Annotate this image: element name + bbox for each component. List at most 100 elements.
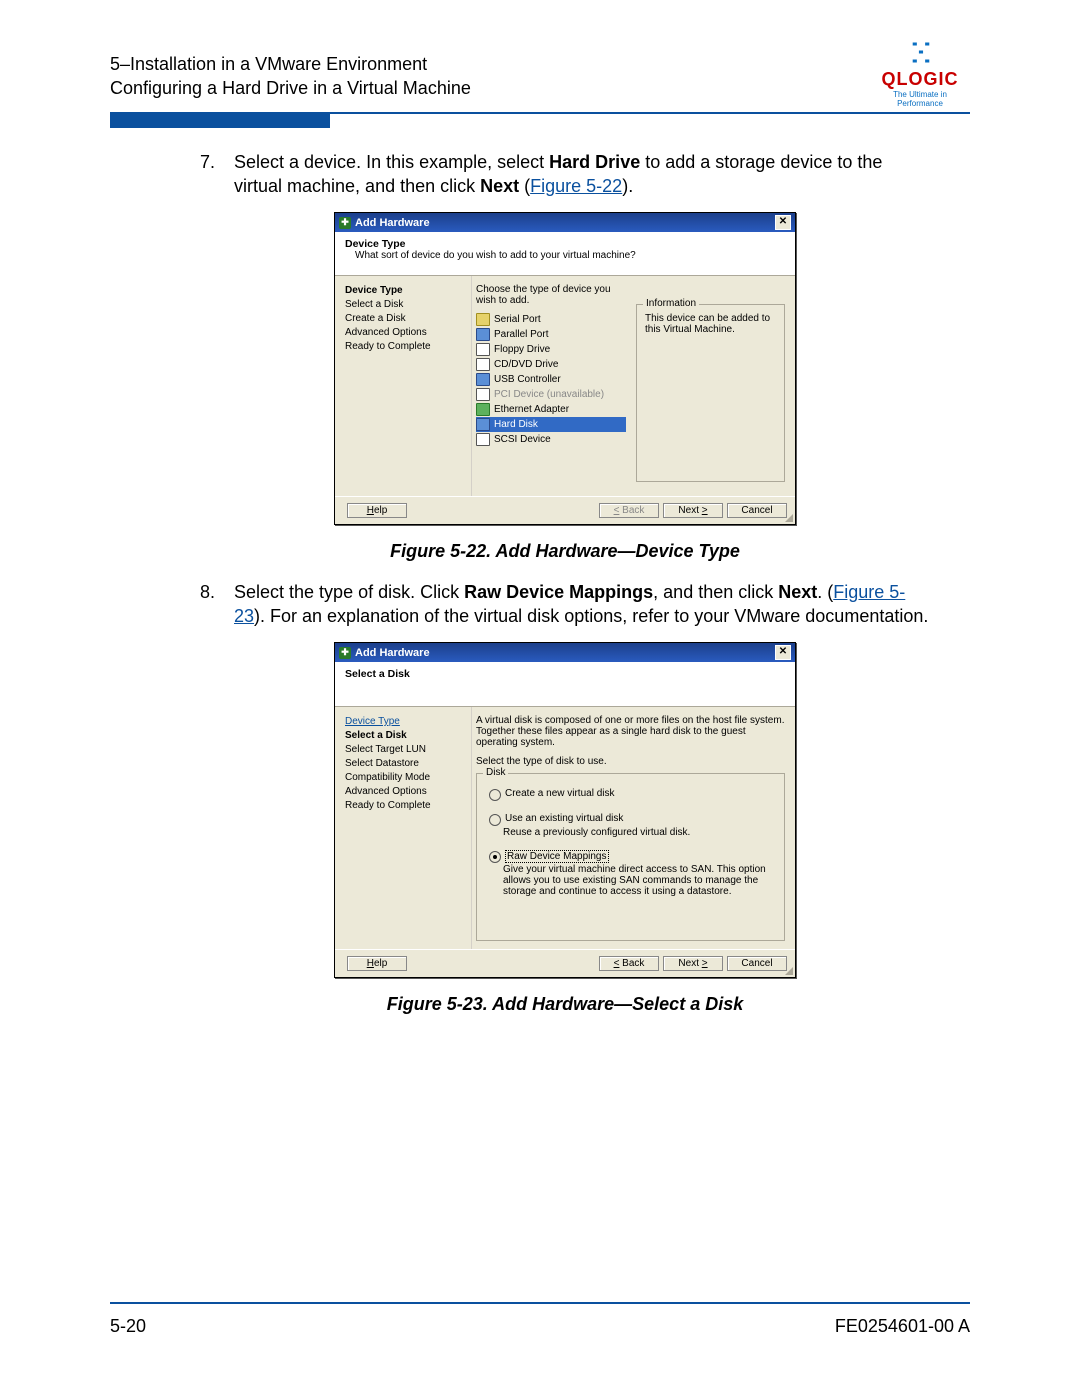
next-button[interactable]: Next > — [663, 503, 723, 518]
close-button[interactable]: ✕ — [775, 645, 791, 660]
figure-23-caption: Figure 5-23. Add Hardware—Select a Disk — [200, 994, 930, 1015]
wizard-titlebar: ✚ Add Hardware ✕ — [335, 643, 795, 662]
logo-tagline: The Ultimate in Performance — [870, 90, 970, 108]
wizard-title: Add Hardware — [355, 647, 430, 659]
serial-port-icon — [476, 313, 490, 326]
back-button: < Back — [599, 503, 659, 518]
page-number: 5-20 — [110, 1316, 146, 1337]
help-button[interactable]: Help — [347, 503, 407, 518]
wizard-titlebar: ✚ Add Hardware ✕ — [335, 213, 795, 232]
text: ). — [622, 176, 633, 196]
wizard-title: Add Hardware — [355, 217, 430, 229]
pci-icon — [476, 388, 490, 401]
cd-icon — [476, 358, 490, 371]
step-number: 7. — [200, 150, 234, 198]
ethernet-icon — [476, 403, 490, 416]
wizard-nav: Device Type Select a Disk Create a Disk … — [335, 276, 471, 496]
text: , and then click — [653, 582, 778, 602]
back-button[interactable]: < Back — [599, 956, 659, 971]
step-7: 7. Select a device. In this example, sel… — [200, 150, 930, 198]
device-usb-controller[interactable]: USB Controller — [476, 372, 626, 387]
close-button[interactable]: ✕ — [775, 215, 791, 230]
add-hardware-wizard-select-disk: ✚ Add Hardware ✕ Select a Disk Device Typ… — [334, 642, 796, 978]
step-number: 8. — [200, 580, 234, 628]
radio-create-new[interactable]: Create a new virtual disk — [489, 788, 776, 801]
device-cd-dvd[interactable]: CD/DVD Drive — [476, 357, 626, 372]
text: Select a device. In this example, select — [234, 152, 549, 172]
hard-disk-icon — [476, 418, 490, 431]
radio-subtext: Reuse a previously configured virtual di… — [503, 827, 776, 838]
radio-icon — [489, 789, 501, 801]
header-chapter: 5–Installation in a VMware Environment — [110, 52, 970, 76]
disk-prompt: Select the type of disk to use. — [476, 756, 785, 767]
text-bold: Hard Drive — [549, 152, 640, 172]
logo-name: QLOGIC — [870, 69, 970, 90]
step-text: Select the type of disk. Click Raw Devic… — [234, 580, 930, 628]
add-hardware-wizard-device-type: ✚ Add Hardware ✕ Device Type What sort of… — [334, 212, 796, 525]
cancel-button[interactable]: Cancel — [727, 503, 787, 518]
info-label: Information — [643, 298, 699, 309]
text-bold: Next — [778, 582, 817, 602]
radio-icon — [489, 851, 501, 863]
text: ). For an explanation of the virtual dis… — [254, 606, 928, 626]
wizard-step-heading: Select a Disk — [345, 668, 785, 680]
radio-use-existing[interactable]: Use an existing virtual disk — [489, 813, 776, 826]
floppy-icon — [476, 343, 490, 356]
wizard-nav: Device Type Select a Disk Select Target … — [335, 707, 471, 949]
step-8: 8. Select the type of disk. Click Raw De… — [200, 580, 930, 628]
document-id: FE0254601-00 A — [835, 1316, 970, 1337]
radio-raw-device-mappings[interactable]: Raw Device Mappings — [489, 850, 776, 863]
nav-current: Device Type — [345, 284, 465, 298]
figure-22-caption: Figure 5-22. Add Hardware—Device Type — [200, 541, 930, 562]
next-button[interactable]: Next > — [663, 956, 723, 971]
device-floppy-drive[interactable]: Floppy Drive — [476, 342, 626, 357]
brand-logo: ⵘ QLOGIC The Ultimate in Performance — [870, 38, 970, 108]
wizard-icon: ✚ — [339, 217, 351, 229]
nav-item: Select Datastore — [345, 757, 465, 771]
device-prompt: Choose the type of device you wish to ad… — [476, 284, 626, 306]
groupbox-label: Disk — [483, 767, 508, 778]
figure-link[interactable]: Figure 5-22 — [530, 176, 622, 196]
nav-item: Select a Disk — [345, 298, 465, 312]
radio-icon — [489, 814, 501, 826]
device-list[interactable]: Serial Port Parallel Port Floppy Drive C… — [476, 312, 626, 447]
disk-groupbox: Disk Create a new virtual disk Use an ex… — [476, 773, 785, 941]
nav-item: Advanced Options — [345, 785, 465, 799]
nav-current: Select a Disk — [345, 729, 465, 743]
text: . ( — [817, 582, 833, 602]
nav-item: Advanced Options — [345, 326, 465, 340]
text: Select the type of disk. Click — [234, 582, 464, 602]
scsi-icon — [476, 433, 490, 446]
radio-subtext: Give your virtual machine direct access … — [503, 864, 776, 897]
nav-item: Ready to Complete — [345, 799, 465, 813]
wizard-step-heading: Device Type — [345, 238, 785, 250]
wizard-icon: ✚ — [339, 647, 351, 659]
wizard-step-desc: What sort of device do you wish to add t… — [355, 250, 785, 261]
logo-icon: ⵘ — [870, 38, 970, 69]
device-ethernet[interactable]: Ethernet Adapter — [476, 402, 626, 417]
text: ( — [519, 176, 530, 196]
cancel-button[interactable]: Cancel — [727, 956, 787, 971]
footer-rule — [110, 1302, 970, 1304]
step-text: Select a device. In this example, select… — [234, 150, 930, 198]
help-button[interactable]: Help — [347, 956, 407, 971]
device-scsi[interactable]: SCSI Device — [476, 432, 626, 447]
nav-item: Compatibility Mode — [345, 771, 465, 785]
header-accent-bar — [110, 112, 330, 128]
device-parallel-port[interactable]: Parallel Port — [476, 327, 626, 342]
device-hard-disk-selected[interactable]: Hard Disk — [476, 417, 626, 432]
nav-link[interactable]: Device Type — [345, 715, 465, 729]
header-section: Configuring a Hard Drive in a Virtual Ma… — [110, 76, 970, 100]
device-serial-port[interactable]: Serial Port — [476, 312, 626, 327]
text-bold: Next — [480, 176, 519, 196]
nav-item: Create a Disk — [345, 312, 465, 326]
usb-icon — [476, 373, 490, 386]
text-bold: Raw Device Mappings — [464, 582, 653, 602]
disk-desc: A virtual disk is composed of one or mor… — [476, 715, 785, 748]
information-box: Information This device can be added to … — [636, 304, 785, 482]
device-pci-disabled: PCI Device (unavailable) — [476, 387, 626, 402]
info-text: This device can be added to this Virtual… — [645, 313, 776, 335]
nav-item: Ready to Complete — [345, 340, 465, 354]
parallel-port-icon — [476, 328, 490, 341]
nav-item: Select Target LUN — [345, 743, 465, 757]
